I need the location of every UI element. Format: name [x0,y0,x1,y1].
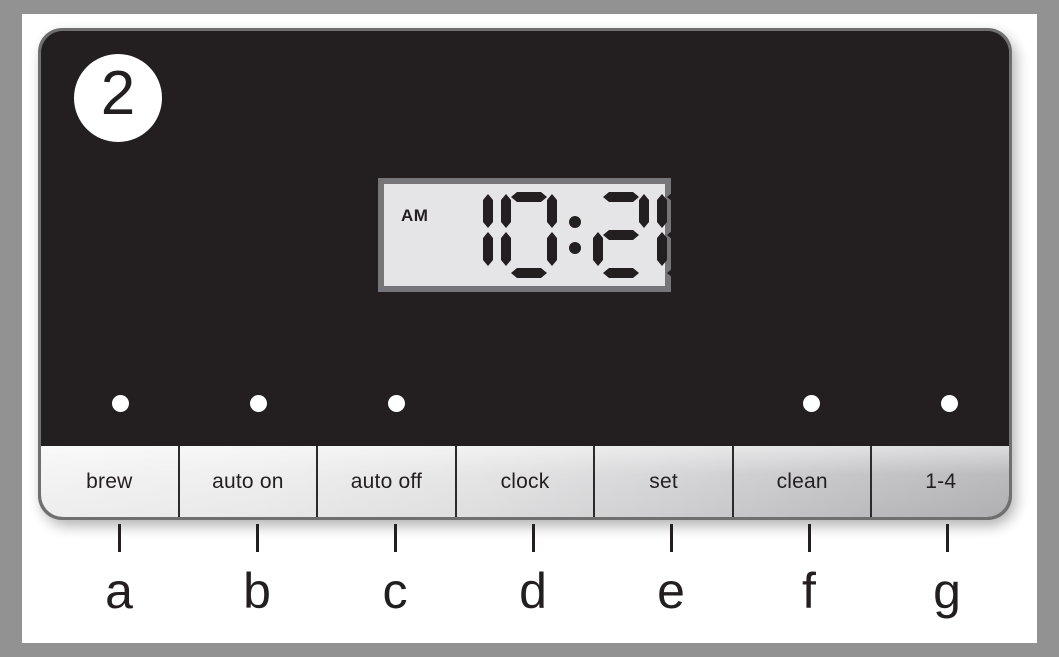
lcd-bezel: AM [378,178,671,292]
callout-labels: a b c d e f g [38,524,1012,634]
lcd-digit-minute-tens [592,192,650,278]
led-indicator-auto-off [388,395,405,412]
led-indicator-auto-on [250,395,267,412]
callout-c: c [365,524,425,616]
button-1-4[interactable]: 1-4 [872,446,1009,517]
button-clean[interactable]: clean [733,446,873,517]
button-auto-on[interactable]: auto on [179,446,319,517]
button-auto-on-label: auto on [212,469,284,493]
callout-f-letter: f [802,563,816,619]
callout-e: e [641,524,701,616]
button-set-label: set [649,469,678,493]
callout-tick-icon [531,524,535,552]
lcd-time-digits [436,192,720,278]
screenshot-root: AM brew auto on auto off clock set clean… [0,0,1059,657]
lcd-digit-hour-ones [500,192,558,278]
button-clock[interactable]: clock [456,446,596,517]
callout-tick-icon [117,524,121,552]
callout-a-letter: a [105,563,133,619]
callout-b: b [227,524,287,616]
panel-outline: AM brew auto on auto off clock set clean… [38,28,1012,520]
lcd-colon-separator [564,192,586,278]
callout-d-letter: d [519,563,547,619]
callout-tick-icon [393,524,397,552]
callout-d: d [503,524,563,616]
control-panel: AM brew auto on auto off clock set clean… [38,28,1016,526]
button-clock-label: clock [500,469,550,493]
panel-face: AM brew auto on auto off clock set clean… [41,31,1009,517]
led-indicator-brew [112,395,129,412]
callout-e-letter: e [657,563,685,619]
button-strip: brew auto on auto off clock set clean 1-… [41,446,1009,517]
button-auto-off-label: auto off [350,469,423,493]
step-number-badge: 2 [74,54,162,142]
button-auto-off[interactable]: auto off [318,446,457,517]
callout-a: a [89,524,149,616]
lcd-screen: AM [384,184,665,286]
lcd-digit-minute-ones [656,192,714,278]
led-indicator-1-4 [941,395,958,412]
lcd-meridiem-indicator: AM [401,206,429,225]
callout-b-letter: b [243,563,271,619]
callout-f: f [779,524,839,616]
led-indicator-clean [803,395,820,412]
button-brew[interactable]: brew [41,446,180,517]
button-brew-label: brew [86,469,133,493]
callout-tick-icon [807,524,811,552]
callout-tick-icon [669,524,673,552]
callout-tick-icon [945,524,949,552]
button-clean-label: clean [776,469,828,493]
lcd-digit-hour-tens [436,192,494,278]
button-set[interactable]: set [595,446,734,517]
step-number-value: 2 [100,59,136,128]
callout-g-letter: g [933,563,961,619]
callout-g: g [917,524,977,616]
callout-tick-icon [255,524,259,552]
callout-c-letter: c [382,563,408,619]
button-1-4-label: 1-4 [925,469,957,493]
